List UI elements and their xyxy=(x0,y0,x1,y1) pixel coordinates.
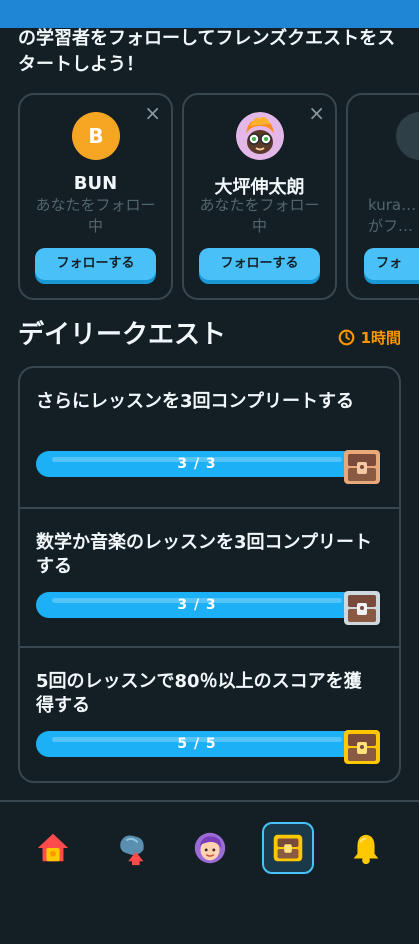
follow-button[interactable]: フォローする xyxy=(199,248,320,280)
bottom-nav xyxy=(0,820,419,876)
intro-text: の学習者をフォローしてフレンズクエストをスタートしよう！ xyxy=(18,28,396,75)
avatar: B xyxy=(72,112,120,160)
follow-status: kura… がフ… xyxy=(368,196,417,235)
quest-item[interactable]: さらにレッスンを3回コンプリートする 3 / 3 xyxy=(20,368,399,507)
nav-notifications[interactable] xyxy=(340,822,392,874)
progress-bar: 3 / 3 xyxy=(36,592,358,618)
profile-icon xyxy=(194,832,226,864)
progress-bar: 3 / 3 xyxy=(36,451,358,477)
silver-chest-icon xyxy=(344,591,380,625)
daily-quests-list: さらにレッスンを3回コンプリートする 3 / 3 数学か音楽のレッスンを3回コン… xyxy=(18,366,401,783)
learn-icon xyxy=(120,835,144,866)
bronze-chest-icon xyxy=(344,450,380,484)
suggestion-card-bun[interactable]: × B BUN あなたをフォロー中 フォローする xyxy=(18,93,173,300)
daily-quests-title: デイリークエスト xyxy=(18,320,227,350)
progress-label: 3 / 3 xyxy=(177,597,217,613)
quest-text: 数学か音楽のレッスンを3回コンプリートする xyxy=(36,532,372,577)
nav-divider xyxy=(0,800,419,802)
quest-item[interactable]: 5回のレッスンで80％以上のスコアを獲得する 5 / 5 xyxy=(20,646,399,785)
follow-status: あなたをフォロー中 xyxy=(35,196,156,235)
quest-text: 5回のレッスンで80％以上のスコアを獲得する xyxy=(36,671,362,716)
close-icon[interactable]: × xyxy=(308,103,325,123)
gold-chest-icon xyxy=(344,730,380,764)
avatar xyxy=(396,112,419,160)
follow-status: あなたをフォロー中 xyxy=(199,196,320,235)
avatar xyxy=(236,112,284,160)
quests-icon xyxy=(273,834,303,862)
close-icon[interactable]: × xyxy=(144,103,161,123)
quest-text: さらにレッスンを3回コンプリートする xyxy=(36,391,354,412)
nav-home[interactable] xyxy=(27,822,79,874)
progress-bar: 5 / 5 xyxy=(36,731,358,757)
friend-suggestions: × B BUN あなたをフォロー中 フォローする × 大坪伸太朗 あなたをフォロ… xyxy=(18,93,419,301)
notifications-icon xyxy=(353,834,379,865)
clock-icon xyxy=(338,329,354,346)
follow-button[interactable]: フォ xyxy=(364,248,419,280)
progress-label: 3 / 3 xyxy=(177,456,217,472)
follow-button[interactable]: フォローする xyxy=(35,248,156,280)
progress-label: 5 / 5 xyxy=(177,736,217,752)
quest-item[interactable]: 数学か音楽のレッスンを3回コンプリートする 3 / 3 xyxy=(20,507,399,646)
quest-timer: 1時間 xyxy=(338,327,401,348)
suggestion-card-3[interactable]: kura… がフ… フォ xyxy=(346,93,419,300)
nav-quests[interactable] xyxy=(262,822,314,874)
user-name: BUN xyxy=(73,173,118,194)
nav-learn[interactable] xyxy=(106,822,158,874)
suggestion-card-2[interactable]: × 大坪伸太朗 あなたをフォロー中 フォローする xyxy=(182,93,337,300)
home-icon xyxy=(37,833,69,862)
status-bar xyxy=(0,0,419,28)
nav-profile[interactable] xyxy=(184,822,236,874)
timer-label: 1時間 xyxy=(360,329,401,347)
